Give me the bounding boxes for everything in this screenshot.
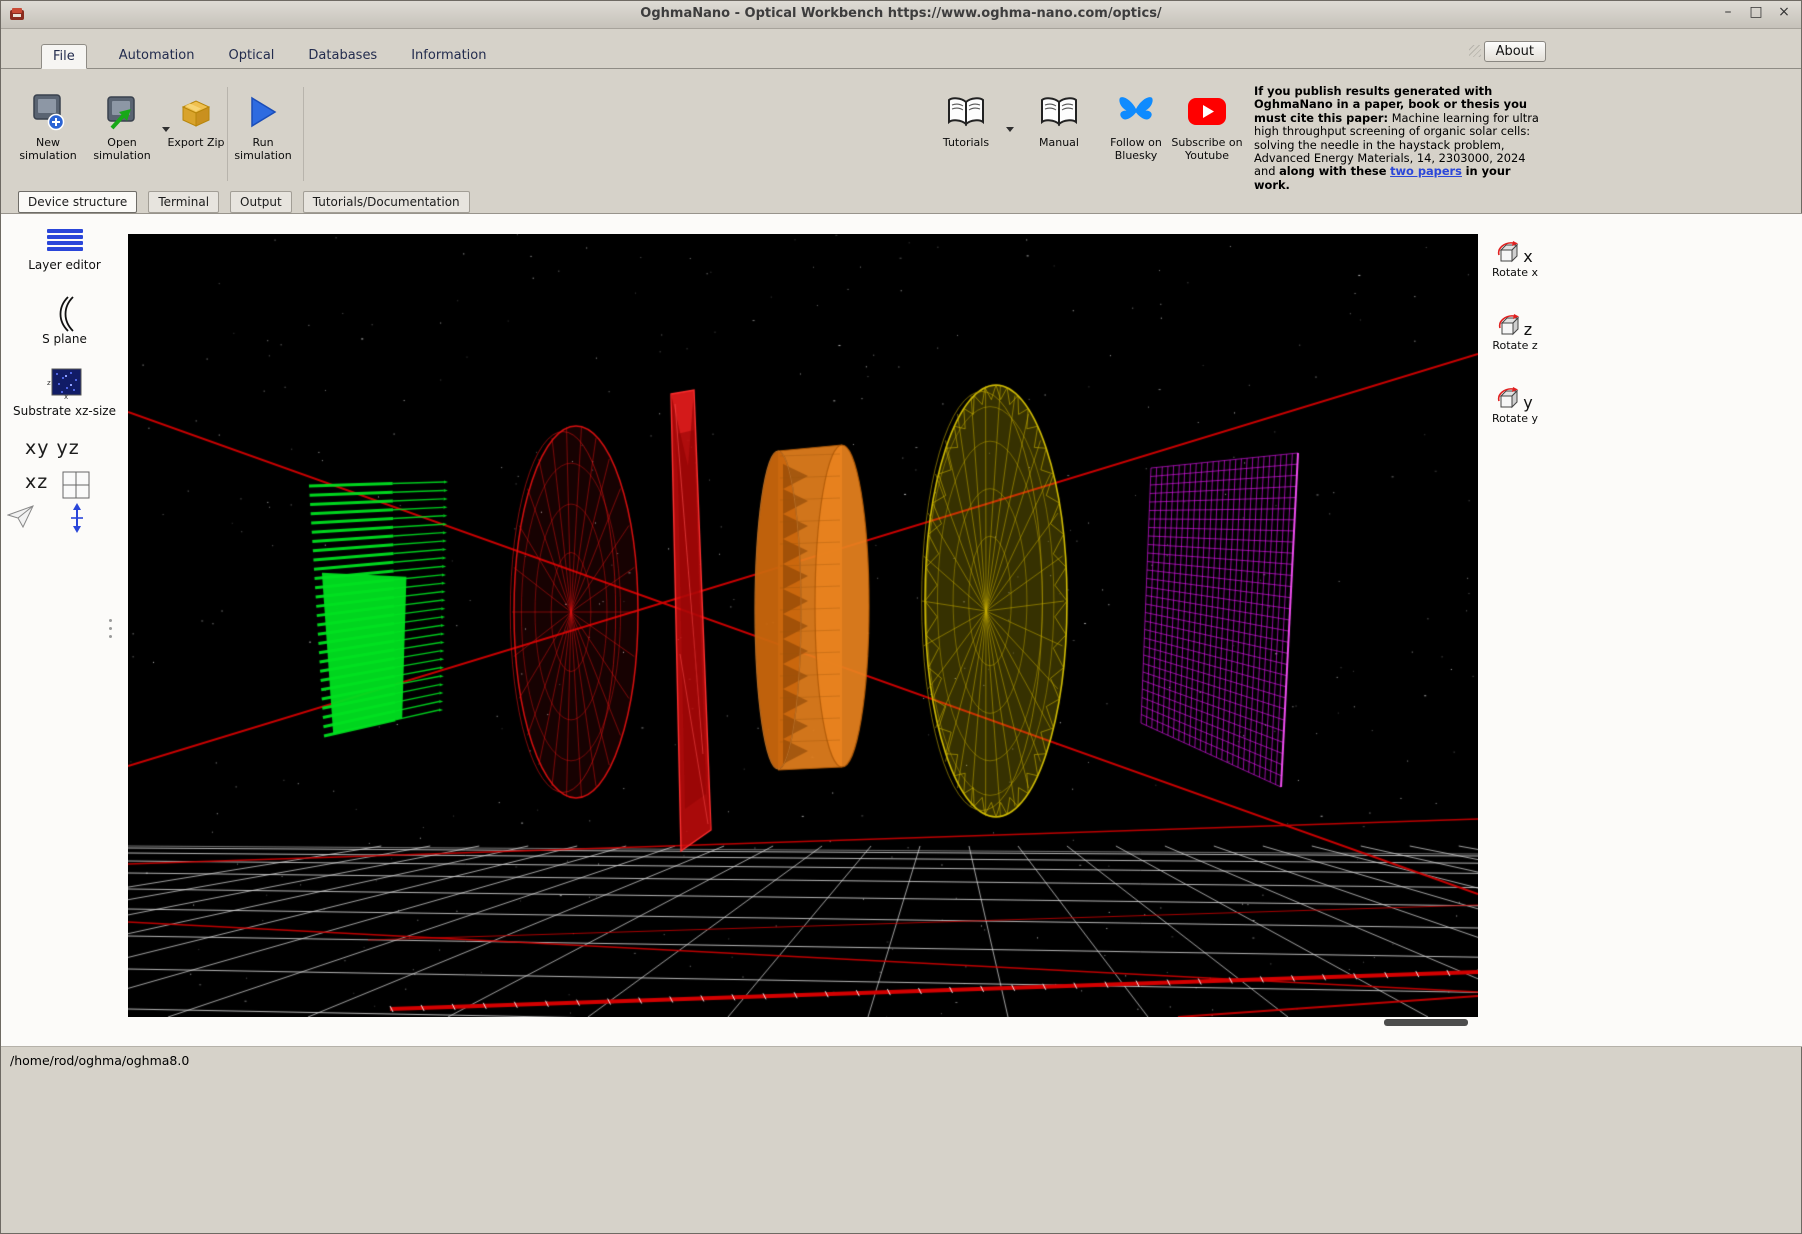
- tab-tutorials-documentation[interactable]: Tutorials/Documentation: [303, 191, 470, 213]
- open-simulation-label: Open simulation: [93, 136, 150, 162]
- s-plane-icon: [53, 295, 77, 333]
- two-papers-link[interactable]: two papers: [1390, 164, 1462, 178]
- rotate-z-label: Rotate z: [1489, 339, 1541, 352]
- tab-device-structure[interactable]: Device structure: [18, 191, 137, 213]
- menu-tab-information[interactable]: Information: [409, 43, 488, 68]
- open-simulation-icon: [85, 91, 159, 133]
- svg-text:z: z: [47, 379, 51, 387]
- s-plane-label: S plane: [1, 333, 128, 346]
- rotate-x-label: Rotate x: [1489, 266, 1541, 279]
- run-simulation-button[interactable]: Run simulation: [229, 91, 297, 162]
- splitter-handle[interactable]: [109, 619, 112, 622]
- toolbar-separator: [303, 87, 304, 181]
- manual-label: Manual: [1039, 136, 1079, 149]
- menu-tab-optical[interactable]: Optical: [226, 43, 276, 68]
- export-zip-icon: [159, 91, 233, 133]
- minimize-button[interactable]: –: [1719, 4, 1737, 20]
- bluesky-button[interactable]: Follow on Bluesky: [1099, 91, 1173, 162]
- youtube-label: Subscribe on Youtube: [1171, 136, 1242, 162]
- maximize-button[interactable]: □: [1747, 4, 1765, 20]
- status-path: /home/rod/oghma/oghma8.0: [10, 1053, 189, 1068]
- rotate-x-letter: x: [1523, 249, 1532, 265]
- tutorials-book-icon: [929, 91, 1003, 133]
- new-simulation-label: New simulation: [19, 136, 76, 162]
- layer-editor-label: Layer editor: [1, 259, 128, 272]
- manual-button[interactable]: Manual: [1022, 91, 1096, 149]
- run-simulation-label: Run simulation: [234, 136, 291, 162]
- svg-text:x: x: [64, 393, 68, 399]
- rotate-cube-icon: [1498, 314, 1522, 338]
- new-simulation-button[interactable]: New simulation: [11, 91, 85, 162]
- s-plane-button[interactable]: [1, 295, 128, 333]
- substrate-xz-size-label: Substrate xz-size: [1, 405, 128, 418]
- window-title: OghmaNano - Optical Workbench https://ww…: [1, 6, 1801, 21]
- move-axis-button[interactable]: [13, 503, 140, 533]
- rotate-cube-icon: [1497, 241, 1521, 265]
- bluesky-butterfly-icon: [1099, 91, 1173, 133]
- citation-bold-tail: along with these: [1279, 164, 1386, 178]
- rotate-z-button[interactable]: z Rotate z: [1489, 312, 1541, 352]
- substrate-xz-size-button[interactable]: z x: [1, 367, 128, 399]
- window-controls: – □ ×: [1719, 4, 1793, 20]
- tab-output[interactable]: Output: [230, 191, 292, 213]
- export-zip-label: Export Zip: [167, 136, 224, 149]
- toolbar-separator: [227, 87, 228, 181]
- resize-grip-icon: [1469, 45, 1481, 57]
- rotate-z-letter: z: [1524, 322, 1532, 338]
- rotate-x-button[interactable]: x Rotate x: [1489, 239, 1541, 279]
- tutorials-button[interactable]: Tutorials: [929, 91, 1003, 149]
- youtube-button[interactable]: Subscribe on Youtube: [1170, 91, 1244, 162]
- about-button[interactable]: About: [1484, 41, 1546, 62]
- axis-arrows-icon: [67, 503, 87, 533]
- tutorials-dropdown-caret-icon[interactable]: [1006, 127, 1014, 132]
- rotate-y-letter: y: [1523, 395, 1532, 411]
- new-simulation-icon: [11, 91, 85, 133]
- rotate-cube-icon: [1497, 387, 1521, 411]
- titlebar: OghmaNano - Optical Workbench https://ww…: [1, 1, 1801, 29]
- menu-tab-databases[interactable]: Databases: [306, 43, 379, 68]
- menu-tab-file[interactable]: File: [41, 44, 87, 69]
- menu-tab-automation[interactable]: Automation: [117, 43, 197, 68]
- viewport-hscrollbar[interactable]: [1384, 1019, 1468, 1026]
- manual-book-icon: [1022, 91, 1096, 133]
- layers-icon: [47, 229, 83, 253]
- xy-yz-view-button[interactable]: xy yz: [25, 437, 80, 459]
- citation-text: If you publish results generated with Og…: [1254, 85, 1542, 192]
- rotate-y-label: Rotate y: [1489, 412, 1541, 425]
- youtube-icon: [1170, 91, 1244, 133]
- bluesky-label: Follow on Bluesky: [1110, 136, 1162, 162]
- tutorials-label: Tutorials: [943, 136, 989, 149]
- grid-panes-icon: [62, 471, 90, 499]
- sidebar: Layer editor S plane z x Substrate xz-si…: [1, 213, 128, 1047]
- substrate-thumbnail-icon: z x: [46, 367, 84, 399]
- close-button[interactable]: ×: [1775, 4, 1793, 20]
- open-simulation-button[interactable]: Open simulation: [85, 91, 159, 162]
- view-tabs: Device structure Terminal Output Tutoria…: [18, 191, 470, 213]
- layer-editor-button[interactable]: [1, 229, 128, 253]
- rotate-y-button[interactable]: y Rotate y: [1489, 385, 1541, 425]
- export-zip-button[interactable]: Export Zip: [159, 91, 233, 149]
- 3d-viewport[interactable]: [128, 234, 1478, 1017]
- grid-view-button[interactable]: [31, 471, 121, 499]
- run-simulation-icon: [229, 91, 297, 133]
- tab-terminal[interactable]: Terminal: [148, 191, 219, 213]
